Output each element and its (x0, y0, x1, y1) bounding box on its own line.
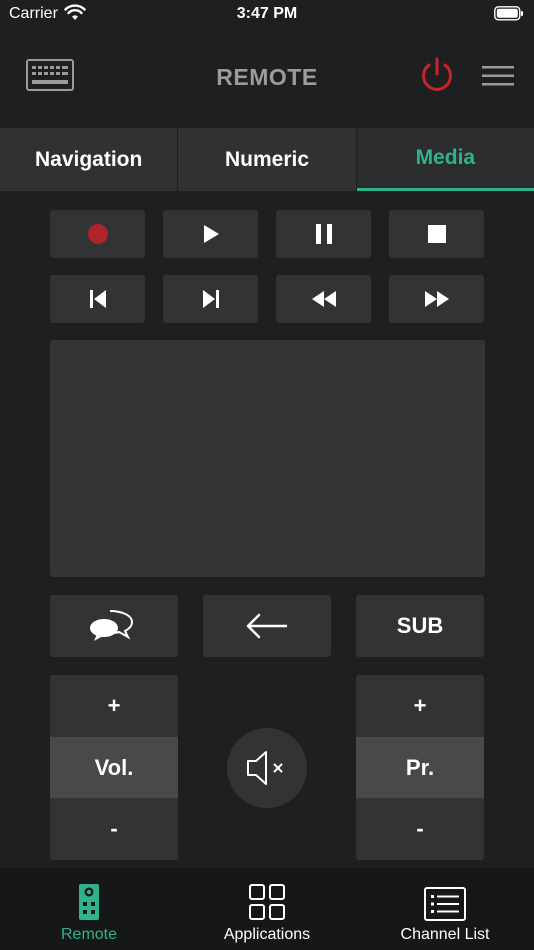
menu-button[interactable] (481, 63, 515, 89)
volume-label: Vol. (50, 737, 178, 798)
mode-tabs: Navigation Numeric Media (0, 128, 534, 191)
remote-icon (79, 884, 99, 920)
touchpad[interactable] (50, 340, 485, 577)
chat-bubbles-icon (90, 610, 134, 641)
channel-list-icon (424, 887, 466, 921)
volume-down-button[interactable]: - (50, 798, 178, 860)
play-button[interactable] (163, 210, 258, 258)
record-icon (87, 224, 108, 244)
play-icon (203, 225, 219, 243)
nav-applications-label: Applications (223, 926, 311, 943)
program-label: Pr. (356, 737, 484, 798)
program-up-button[interactable]: + (356, 675, 484, 737)
skip-next-button[interactable] (163, 275, 258, 323)
rewind-button[interactable] (276, 275, 371, 323)
subtitle-label: SUB (396, 613, 444, 638)
subtitle-button[interactable]: SUB (356, 595, 484, 657)
clock: 3:47 PM (236, 5, 298, 22)
skip-previous-icon (89, 290, 106, 308)
battery-icon (494, 6, 524, 26)
pause-icon (315, 224, 332, 244)
nav-remote-label: Remote (60, 926, 118, 943)
record-button[interactable] (50, 210, 145, 258)
rewind-icon (311, 291, 336, 307)
fast-forward-icon (424, 291, 449, 307)
nav-channel-list-label: Channel List (400, 926, 490, 943)
tab-navigation[interactable]: Navigation (0, 128, 179, 191)
program-down-button[interactable]: - (356, 798, 484, 860)
apps-grid-icon (249, 884, 285, 920)
hamburger-icon (482, 66, 514, 86)
chat-button[interactable] (50, 595, 178, 657)
program-rocker: + Pr. - (356, 675, 484, 860)
status-bar: Carrier 3:47 PM (0, 0, 534, 30)
nav-remote[interactable]: Remote (0, 868, 178, 950)
tab-media[interactable]: Media (356, 128, 534, 191)
fast-forward-button[interactable] (389, 275, 484, 323)
tab-numeric[interactable]: Numeric (178, 128, 357, 191)
skip-next-icon (202, 290, 219, 308)
back-button[interactable] (203, 595, 331, 657)
skip-previous-button[interactable] (50, 275, 145, 323)
stop-button[interactable] (389, 210, 484, 258)
volume-rocker: + Vol. - (50, 675, 178, 860)
nav-applications[interactable]: Applications (178, 868, 356, 950)
power-icon (422, 57, 452, 91)
bottom-nav: Remote Applications Channel List (0, 868, 534, 950)
back-arrow-icon (246, 613, 287, 639)
volume-up-button[interactable]: + (50, 675, 178, 737)
pause-button[interactable] (276, 210, 371, 258)
nav-channel-list[interactable]: Channel List (356, 868, 534, 950)
header: REMOTE (0, 30, 534, 128)
mute-icon (247, 751, 283, 785)
mute-button[interactable] (227, 728, 307, 808)
power-button[interactable] (418, 56, 456, 94)
stop-icon (427, 225, 446, 243)
